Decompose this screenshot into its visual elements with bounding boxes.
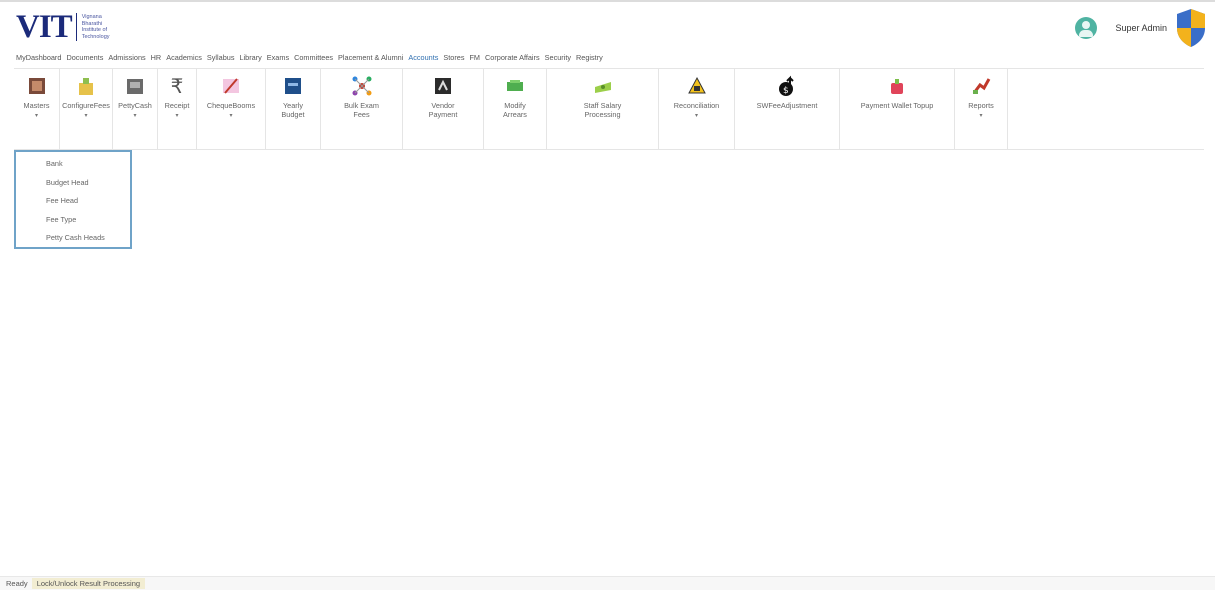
chevron-down-icon[interactable]: ▾ bbox=[35, 112, 38, 119]
toolbar-item-label: Vendor Payment bbox=[428, 101, 458, 119]
logo-separator bbox=[75, 13, 77, 41]
chevron-down-icon[interactable]: ▾ bbox=[175, 112, 178, 119]
dropdown-item-budget-head[interactable]: Budget Head bbox=[16, 174, 130, 193]
lock-unlock-result-processing[interactable]: Lock/Unlock Result Processing bbox=[31, 578, 146, 589]
svg-text:$: $ bbox=[783, 86, 789, 96]
salary-icon bbox=[592, 75, 614, 97]
cheque-icon bbox=[220, 75, 242, 97]
toolbar-item-staff-salary-processing[interactable]: Staff Salary Processing bbox=[547, 69, 659, 149]
dropdown-item-fee-type[interactable]: Fee Type bbox=[16, 211, 130, 230]
chevron-down-icon[interactable]: ▾ bbox=[979, 112, 982, 119]
chevron-down-icon[interactable]: ▾ bbox=[229, 112, 232, 119]
building-icon bbox=[75, 75, 97, 97]
header: VIT Vignana Bharathi Institute of Techno… bbox=[0, 2, 1215, 52]
toolbar-item-configurefees[interactable]: ConfigureFees ▾ bbox=[60, 69, 113, 149]
toolbar-item-chequebooms[interactable]: ChequeBooms ▾ bbox=[197, 69, 266, 149]
toolbar-item-receipt[interactable]: ₹ Receipt ▾ bbox=[158, 69, 197, 149]
accounts-toolbar: Masters ▾ ConfigureFees ▾ PettyCash ▾ ₹ Receipt… bbox=[14, 68, 1204, 150]
reconcile-icon bbox=[686, 75, 708, 97]
network-icon bbox=[351, 75, 373, 97]
menu-item-corporate-affairs[interactable]: Corporate Affairs bbox=[485, 53, 540, 67]
status-ready: Ready bbox=[6, 579, 28, 588]
menu-item-registry[interactable]: Registry bbox=[576, 53, 603, 67]
cash-icon bbox=[124, 75, 146, 97]
toolbar-item-reports[interactable]: Reports ▾ bbox=[955, 69, 1008, 149]
menu-item-syllabus[interactable]: Syllabus bbox=[207, 53, 235, 67]
menu-item-admissions[interactable]: Admissions bbox=[108, 53, 145, 67]
toolbar-item-masters[interactable]: Masters ▾ bbox=[14, 69, 60, 149]
status-bar: Ready Lock/Unlock Result Processing bbox=[0, 576, 1215, 590]
menu-item-fm[interactable]: FM bbox=[469, 53, 480, 67]
logo-mark: VIT bbox=[16, 9, 73, 45]
toolbar-item-label: Receipt bbox=[164, 101, 190, 110]
user-name[interactable]: Super Admin bbox=[1115, 23, 1167, 33]
chevron-down-icon[interactable]: ▾ bbox=[133, 112, 136, 119]
reports-icon bbox=[970, 75, 992, 97]
app-logo[interactable]: VIT Vignana Bharathi Institute of Techno… bbox=[16, 10, 122, 44]
toolbar-item-label: Bulk Exam Fees bbox=[344, 101, 379, 119]
menu-item-mydashboard[interactable]: MyDashboard bbox=[16, 53, 61, 67]
logo-text: Vignana Bharathi Institute of Technology bbox=[82, 14, 122, 40]
shield-icon bbox=[1177, 9, 1205, 47]
toolbar-item-label: Reconciliation bbox=[673, 101, 720, 110]
user-avatar-icon[interactable] bbox=[1075, 17, 1098, 39]
toolbar-item-label: Modify Arrears bbox=[503, 101, 527, 119]
toolbar-item-label: ConfigureFees bbox=[62, 101, 110, 110]
chevron-down-icon[interactable]: ▾ bbox=[695, 112, 698, 119]
dropdown-item-bank[interactable]: Bank bbox=[16, 155, 130, 174]
toolbar-item-label: Masters bbox=[23, 101, 50, 110]
moneybag-icon: $ bbox=[776, 75, 798, 97]
chevron-down-icon[interactable]: ▾ bbox=[84, 112, 87, 119]
menu-item-exams[interactable]: Exams bbox=[267, 53, 289, 67]
dropdown-item-petty-cash-heads[interactable]: Petty Cash Heads bbox=[16, 229, 130, 248]
toolbar-item-swfeeadjustment[interactable]: $ SWFeeAdjustment bbox=[735, 69, 840, 149]
budget-icon bbox=[282, 75, 304, 97]
toolbar-item-pettycash[interactable]: PettyCash ▾ bbox=[113, 69, 158, 149]
menu-item-hr[interactable]: HR bbox=[151, 53, 162, 67]
toolbar-item-modify-arrears[interactable]: Modify Arrears bbox=[484, 69, 547, 149]
toolbar-item-label: Yearly Budget bbox=[281, 101, 305, 119]
logo-line: Technology bbox=[81, 33, 110, 40]
toolbar-item-label: ChequeBooms bbox=[206, 101, 256, 110]
menu-item-stores[interactable]: Stores bbox=[443, 53, 464, 67]
masters-dropdown: Bank Budget Head Fee Head Fee Type Petty Cas… bbox=[14, 150, 132, 249]
menu-item-library[interactable]: Library bbox=[239, 53, 261, 67]
toolbar-item-label: Reports bbox=[968, 101, 994, 110]
dropdown-item-fee-head[interactable]: Fee Head bbox=[16, 192, 130, 211]
toolbar-item-bulk-exam-fees[interactable]: Bulk Exam Fees bbox=[321, 69, 403, 149]
money-icon bbox=[504, 75, 526, 97]
vendor-icon bbox=[432, 75, 454, 97]
menu-item-placement-alumni[interactable]: Placement & Alumni bbox=[338, 53, 403, 67]
rupee-icon: ₹ bbox=[170, 74, 184, 98]
toolbar-item-label: Staff Salary Processing bbox=[583, 101, 622, 119]
toolbar-item-label: SWFeeAdjustment bbox=[756, 101, 818, 110]
toolbar-item-label: Payment Wallet Topup bbox=[860, 101, 934, 110]
menu-item-academics[interactable]: Academics bbox=[166, 53, 202, 67]
logo-line: Vignana Bharathi bbox=[81, 14, 103, 27]
main-menu: MyDashboard Documents Admissions HR Academic… bbox=[16, 53, 603, 67]
toolbar-item-label: PettyCash bbox=[118, 101, 152, 110]
toolbar-item-yearly-budget[interactable]: Yearly Budget bbox=[266, 69, 321, 149]
menu-item-accounts[interactable]: Accounts bbox=[408, 53, 438, 67]
user-area: Super Admin bbox=[1075, 8, 1207, 48]
menu-item-committees[interactable]: Committees bbox=[294, 53, 333, 67]
menu-item-security[interactable]: Security bbox=[545, 53, 571, 67]
toolbar-item-reconciliation[interactable]: Reconciliation ▾ bbox=[659, 69, 735, 149]
toolbar-item-payment-wallet-topup[interactable]: Payment Wallet Topup bbox=[840, 69, 955, 149]
toolbar-item-vendor-payment[interactable]: Vendor Payment bbox=[403, 69, 484, 149]
masters-icon bbox=[26, 75, 48, 97]
wallet-icon bbox=[886, 75, 908, 97]
menu-item-documents[interactable]: Documents bbox=[66, 53, 103, 67]
